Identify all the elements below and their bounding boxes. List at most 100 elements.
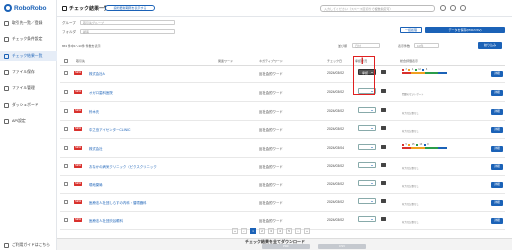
client-name-link[interactable]: 鈴木氏 [89, 109, 99, 114]
score-text: 有力な記事なし [402, 203, 419, 206]
page-button[interactable]: ‹ [241, 228, 247, 234]
checklist-icon [4, 53, 9, 59]
detail-button[interactable]: 詳細 [491, 146, 503, 152]
detail-button[interactable]: 詳細 [491, 164, 503, 170]
memo-icon[interactable] [381, 126, 386, 130]
row-checkbox[interactable] [64, 71, 68, 75]
detail-button[interactable]: 詳細 [491, 218, 503, 224]
sidebar-item-results[interactable]: チェック結果一覧 [0, 51, 57, 61]
sidebar-item-file-save[interactable]: ファイル保存 [0, 67, 57, 77]
row-checkbox[interactable] [64, 182, 68, 186]
sort-select[interactable]: 日付 [352, 43, 380, 48]
sidebar-item-conditions[interactable]: チェック条件設定 [0, 34, 57, 44]
table-row: NEW おなかの病気クリニック（ピクスクリニック 反社会的ワード 2024/03/02… [60, 160, 505, 176]
users-icon [4, 20, 9, 26]
client-name-link[interactable]: 株式会社A [89, 71, 105, 76]
bulk-action-button[interactable]: 一括処理 [400, 27, 422, 33]
client-name-link[interactable]: おなかの病気クリニック（ピクスクリニック [89, 164, 157, 169]
memo-icon[interactable] [381, 70, 386, 74]
memo-icon[interactable] [381, 145, 386, 149]
client-name-link[interactable]: 現地薬局 [89, 182, 103, 187]
user-icon[interactable] [450, 5, 456, 11]
status-select[interactable] [358, 180, 376, 186]
page-button[interactable]: › [295, 228, 301, 234]
detail-button[interactable]: 詳細 [491, 182, 503, 188]
dashboard-icon [4, 102, 9, 108]
status-select[interactable] [358, 162, 376, 168]
sidebar-item-dashboard[interactable]: ダッシュボード [0, 100, 57, 110]
new-badge: NEW [74, 90, 83, 94]
memo-icon[interactable] [381, 163, 386, 167]
export-button[interactable]: データを保存(PDF/CSV) [425, 27, 505, 33]
memo-icon[interactable] [381, 199, 386, 203]
memo-icon[interactable] [381, 89, 386, 93]
page-button[interactable]: 2 [259, 228, 265, 234]
dot-green [416, 143, 419, 146]
logo[interactable]: RoboRobo [4, 4, 47, 12]
download-csv-button[interactable]: CSV [318, 244, 366, 249]
row-checkbox[interactable] [64, 164, 68, 168]
col-header-score: 総合評価表示 [400, 59, 419, 63]
client-name-link[interactable]: 株式会社 [89, 146, 103, 151]
row-checkbox[interactable] [64, 90, 68, 94]
per-page-select[interactable]: 10件 [414, 43, 439, 48]
pagination: «‹ 1 2 3 4 5 ›» [232, 228, 310, 234]
check-date: 2024/03/02 [327, 164, 344, 168]
client-name-link[interactable]: 医療法人社団しらすの内科・循環器科 [89, 200, 147, 205]
search-input[interactable]: 入力してください（スペース区切りで複数指定可） [320, 5, 435, 12]
sidebar-item-api[interactable]: API設定 [0, 116, 57, 126]
sidebar-item-clients[interactable]: 取引先一覧／登録 [0, 18, 57, 28]
row-checkbox[interactable] [64, 109, 68, 113]
negative-word: 反社会的ワード [259, 110, 283, 114]
client-name-link[interactable]: オガロ歯科医院 [89, 90, 113, 95]
detail-button[interactable]: 詳細 [491, 109, 503, 115]
row-checkbox[interactable] [64, 218, 68, 222]
check-date: 2024/03/02 [327, 71, 344, 75]
status-select[interactable] [358, 216, 376, 222]
bell-icon[interactable] [440, 5, 446, 11]
select-all-checkbox[interactable] [64, 59, 68, 63]
page-button[interactable]: 3 [268, 228, 274, 234]
file-icon [4, 69, 9, 75]
detail-button[interactable]: 詳細 [491, 71, 503, 77]
memo-icon[interactable] [381, 181, 386, 185]
client-name-link[interactable]: 医療法人社団渋谷眼科 [89, 218, 123, 223]
status-select[interactable] [358, 198, 376, 204]
memo-icon[interactable] [381, 108, 386, 112]
detail-button[interactable]: 詳細 [491, 90, 503, 96]
narrow-button[interactable]: 絞り込み [478, 42, 502, 49]
sidebar-item-file-manage[interactable]: ファイル管理 [0, 83, 57, 93]
status-select[interactable] [358, 107, 376, 113]
col-header-client[interactable]: 取引先 [76, 59, 85, 63]
table-row: NEW 現地薬局 反社会的ワード 2024/03/02 有力な記事なし 詳細 [60, 178, 505, 194]
new-badge: NEW [74, 127, 83, 131]
check-date: 2024/03/02 [327, 182, 344, 186]
status-select[interactable] [358, 144, 376, 150]
page-button[interactable]: « [232, 228, 238, 234]
logo-icon [4, 4, 12, 12]
help-icon[interactable] [460, 5, 466, 11]
page-button[interactable]: 1 [250, 228, 256, 234]
detail-button[interactable]: 詳細 [491, 127, 503, 133]
download-pdf-button[interactable]: PDF [262, 244, 310, 249]
col-header-date[interactable]: チェック日 [327, 59, 342, 63]
col-header-negative: ネガティブワード [259, 59, 283, 63]
status-select[interactable] [358, 125, 376, 131]
group-select[interactable]: 取引先グループ [80, 20, 175, 25]
row-checkbox[interactable] [64, 127, 68, 131]
new-badge: NEW [74, 218, 83, 222]
sidebar-guide-link[interactable]: ご利用ガイドはこちら [0, 240, 57, 250]
client-name-link[interactable]: 中之島アイセンターCLINIC [89, 127, 130, 132]
row-checkbox[interactable] [64, 200, 68, 204]
page-button[interactable]: 5 [286, 228, 292, 234]
page-button[interactable]: 4 [277, 228, 283, 234]
score-text: 有力な記事なし [402, 221, 419, 224]
detail-button[interactable]: 詳細 [491, 200, 503, 206]
page-button[interactable]: » [304, 228, 310, 234]
check-date: 2024/03/04 [327, 146, 344, 150]
folder-select[interactable]: 顧客 [80, 29, 175, 34]
row-checkbox[interactable] [64, 146, 68, 150]
memo-icon[interactable] [381, 217, 386, 221]
contract-toggle-button[interactable]: 契約更新期限を表示する [105, 5, 155, 11]
new-badge: NEW [74, 71, 83, 75]
